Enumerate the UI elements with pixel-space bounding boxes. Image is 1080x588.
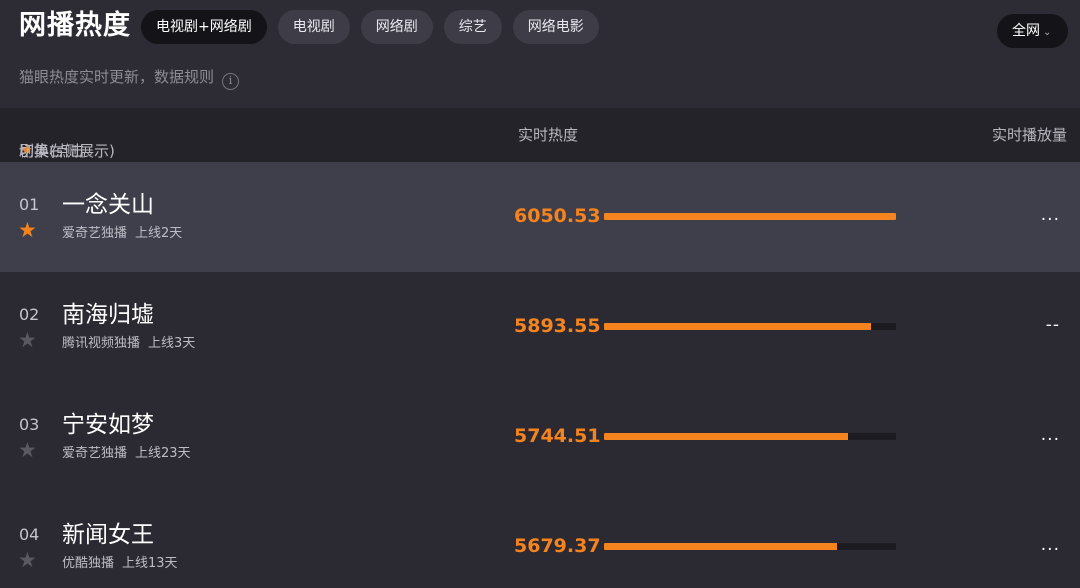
online-days: 上线13天 <box>122 556 178 571</box>
table-row[interactable]: 01 ★ 一念关山 爱奇艺独播 上线2天 6050.53 ... <box>0 162 1080 272</box>
star-icon[interactable]: ★ <box>18 438 37 462</box>
tab-web-movie[interactable]: 网络电影 <box>512 10 599 44</box>
tab-tv-drama[interactable]: 电视剧 <box>277 10 350 44</box>
show-meta: 优酷独播 上线13天 <box>62 554 178 574</box>
scope-select-value: 全网 <box>1012 23 1040 39</box>
column-heat: 实时热度 <box>518 126 579 144</box>
online-days: 上线2天 <box>135 226 183 241</box>
rank: 04 <box>19 525 40 544</box>
rank: 01 <box>19 195 40 214</box>
platform: 腾讯视频独播 <box>62 336 141 351</box>
tab-variety[interactable]: 综艺 <box>443 10 502 44</box>
heat-bar <box>604 433 896 440</box>
star-icon[interactable]: ★ <box>18 328 37 352</box>
column-plays: 实时播放量 <box>991 126 1067 144</box>
show-title: 宁安如梦 <box>62 412 154 438</box>
chevron-down-icon: ⌄ <box>1043 27 1052 38</box>
plays-value: ... <box>1040 535 1060 555</box>
subtitle: 猫眼热度实时更新，数据规则 i <box>19 66 240 90</box>
heat-bar <box>604 543 896 550</box>
platform: 爱奇艺独播 <box>62 226 128 241</box>
table-row[interactable]: 02 ★ 南海归墟 腾讯视频独播 上线3天 5893.55 -- <box>0 272 1080 382</box>
heat-value: 5744.51 <box>514 425 601 447</box>
info-icon[interactable]: i <box>222 73 240 90</box>
column-header: 剧集(点击 ★ 切换右侧展示) 实时热度 实时播放量 <box>0 108 1080 162</box>
tab-tv-and-web-drama[interactable]: 电视剧+网络剧 <box>141 10 267 44</box>
heat-value: 5679.37 <box>514 535 601 557</box>
heat-value: 5893.55 <box>514 315 601 337</box>
header: 网播热度 电视剧+网络剧 电视剧 网络剧 综艺 网络电影 全网 ⌄ 猫眼热度实时更… <box>0 0 1080 108</box>
rank: 02 <box>19 305 40 324</box>
heat-bar-fill <box>604 213 896 220</box>
heat-bar-fill <box>604 433 848 440</box>
show-title: 一念关山 <box>62 192 154 218</box>
show-meta: 爱奇艺独播 上线2天 <box>62 224 182 244</box>
plays-value: ... <box>1040 425 1060 445</box>
platform: 优酷独播 <box>62 556 115 571</box>
star-icon[interactable]: ★ <box>18 548 37 572</box>
table-row[interactable]: 04 ★ 新闻女王 优酷独播 上线13天 5679.37 ... <box>0 492 1080 588</box>
show-meta: 爱奇艺独播 上线23天 <box>62 444 191 464</box>
heat-bar <box>604 213 896 220</box>
heat-bar-fill <box>604 543 838 550</box>
show-meta: 腾讯视频独播 上线3天 <box>62 334 195 354</box>
heat-bar <box>604 323 896 330</box>
heat-bar-fill <box>604 323 872 330</box>
category-tabs: 电视剧+网络剧 电视剧 网络剧 综艺 网络电影 <box>141 10 610 44</box>
subtitle-text: 猫眼热度实时更新，数据规则 <box>19 68 215 86</box>
online-days: 上线3天 <box>148 336 196 351</box>
show-title: 南海归墟 <box>62 302 154 328</box>
column-name-suffix: 切换右侧展示) <box>19 142 115 160</box>
online-days: 上线23天 <box>135 446 191 461</box>
heat-value: 6050.53 <box>514 205 601 227</box>
table-row[interactable]: 03 ★ 宁安如梦 爱奇艺独播 上线23天 5744.51 ... <box>0 382 1080 492</box>
scope-select[interactable]: 全网 ⌄ <box>997 14 1068 48</box>
page-title: 网播热度 <box>19 10 131 41</box>
plays-value: -- <box>1045 315 1060 335</box>
platform: 爱奇艺独播 <box>62 446 128 461</box>
star-icon[interactable]: ★ <box>18 218 37 242</box>
plays-value: ... <box>1040 205 1060 225</box>
rank: 03 <box>19 415 40 434</box>
show-title: 新闻女王 <box>62 522 154 548</box>
tab-web-drama[interactable]: 网络剧 <box>360 10 433 44</box>
